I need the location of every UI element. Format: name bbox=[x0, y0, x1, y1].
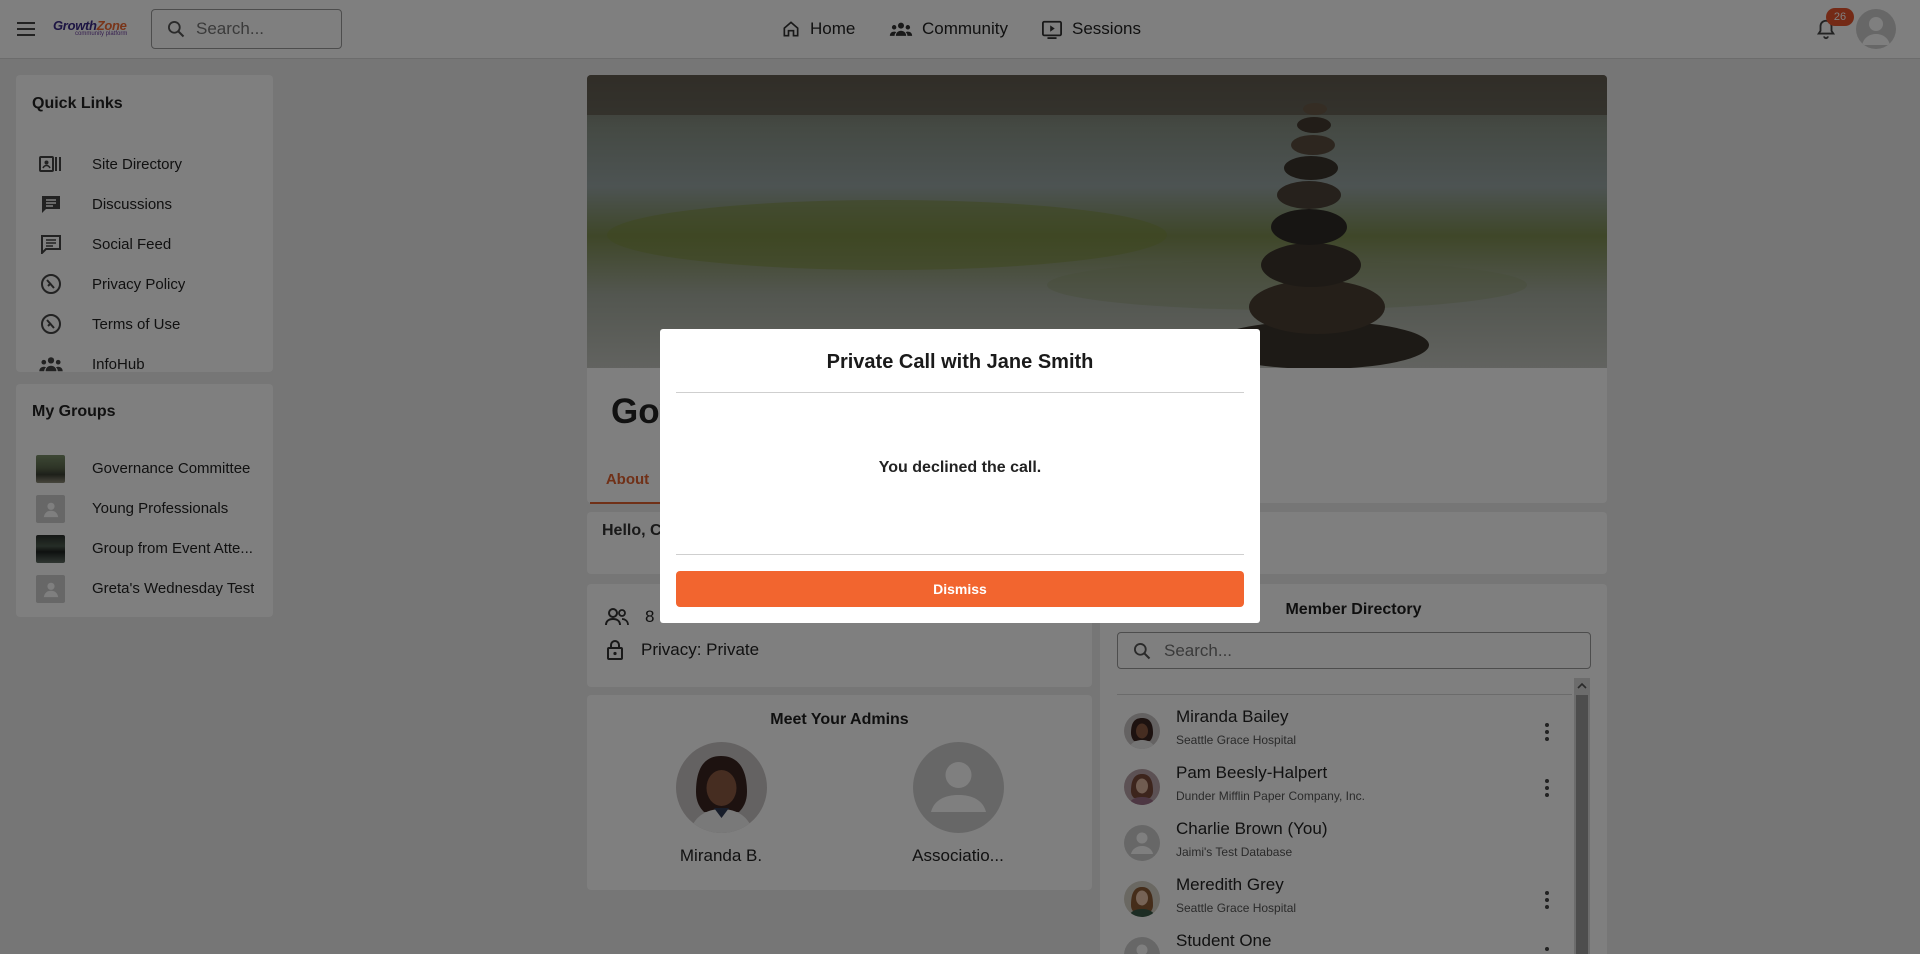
dialog-divider bbox=[676, 554, 1244, 555]
dialog-message: You declined the call. bbox=[878, 459, 1042, 476]
dialog-title: Private Call with Jane Smith bbox=[826, 351, 1094, 373]
dialog-divider bbox=[676, 392, 1244, 393]
dismiss-button[interactable]: Dismiss bbox=[676, 571, 1244, 607]
call-dialog: Private Call with Jane Smith You decline… bbox=[660, 329, 1260, 623]
